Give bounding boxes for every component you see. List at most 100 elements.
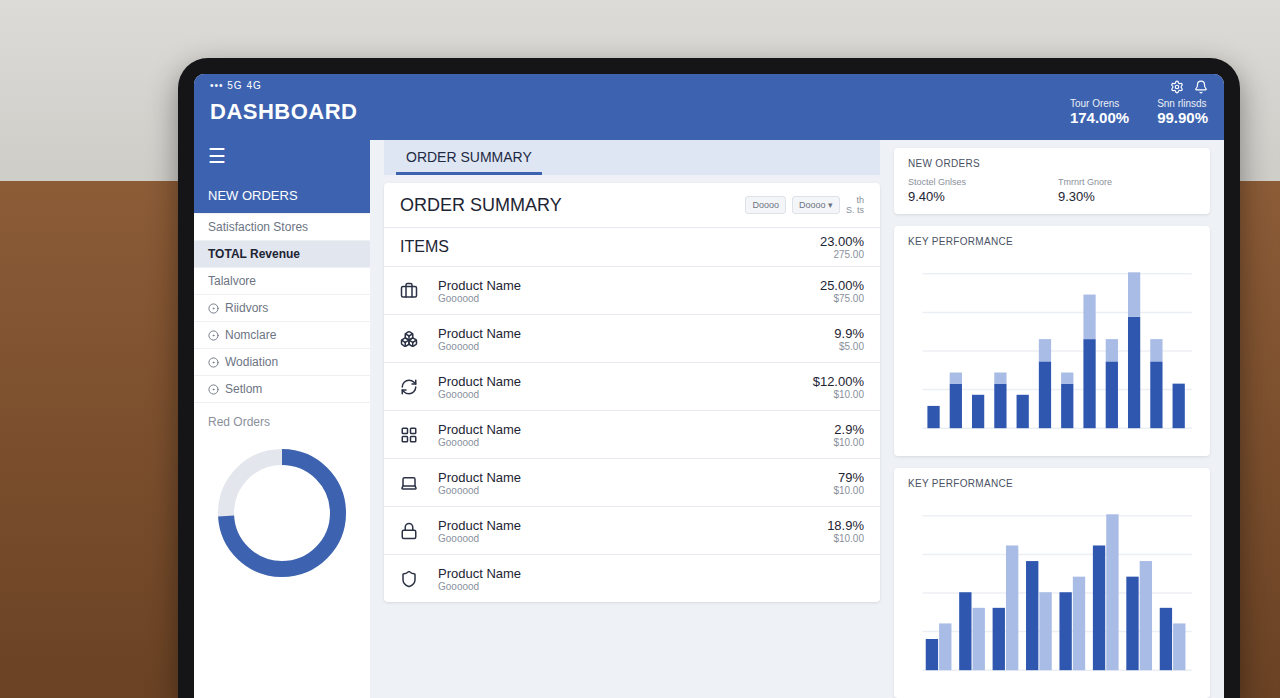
chart-bar[interactable] [1006, 545, 1018, 670]
items-header: ITEMS23.00%275.00 [384, 227, 880, 266]
chart-bar[interactable] [1059, 592, 1071, 670]
order-summary-card: ORDER SUMMARY Doooo Doooo ▾ thS. ts ITEMS23.… [384, 183, 880, 602]
chart-bar[interactable] [973, 608, 985, 670]
chart-bar[interactable] [994, 373, 1006, 384]
bullet-icon [208, 303, 219, 314]
chart-bar[interactable] [1061, 384, 1073, 429]
desk-scene: ••• 5G 4G DASHBOARD Tour Orens174.00% Snn r… [0, 0, 1280, 698]
sidebar-item[interactable]: NEW ORDERS [194, 178, 370, 214]
chart-bar[interactable] [1126, 577, 1138, 671]
chart-bar[interactable] [1173, 383, 1185, 384]
sidebar: ☰NEW ORDERSSatisfaction StoresTOTAL Reve… [194, 140, 370, 698]
chart-bar[interactable] [1173, 384, 1185, 429]
chart-bar[interactable] [1017, 395, 1029, 428]
chart-bar[interactable] [1106, 514, 1118, 670]
product-row[interactable]: Product NameGoooood9.9%$5.00 [384, 314, 880, 362]
grid-line [922, 273, 1191, 274]
chart-bar[interactable] [1017, 394, 1029, 395]
product-icon [400, 426, 418, 444]
product-icon [400, 330, 418, 348]
sidebar-item[interactable]: TOTAL Revenue [194, 241, 370, 268]
chart-card: KEY PERFORMANCE [894, 226, 1210, 456]
meta-text: S. ts [846, 205, 864, 215]
chart-bar[interactable] [1128, 272, 1140, 317]
chart-bar[interactable] [1106, 361, 1118, 428]
bullet-icon [208, 357, 219, 368]
page-title: DASHBOARD [210, 99, 358, 125]
sidebar-item[interactable]: Nomclare [194, 322, 370, 349]
grid-line [922, 554, 1191, 555]
chart-bar[interactable] [927, 405, 939, 406]
chart-bar[interactable] [1039, 361, 1051, 428]
chart-bar[interactable] [926, 639, 938, 670]
chart-bar[interactable] [1083, 339, 1095, 428]
header-stat: Tour Orens174.00% [1070, 98, 1129, 126]
bullet-icon [208, 384, 219, 395]
filter-button[interactable]: Doooo ▾ [792, 196, 840, 214]
product-icon [400, 474, 418, 492]
product-row[interactable]: Product NameGoooood [384, 554, 880, 602]
chart-bar[interactable] [1128, 317, 1140, 428]
header-stat: Snn rlinsds99.90% [1157, 98, 1208, 126]
bar-chart [908, 495, 1196, 688]
chart-bar[interactable] [972, 394, 984, 395]
product-row[interactable]: Product NameGoooood79%$10.00 [384, 458, 880, 506]
chart-bar[interactable] [950, 373, 962, 384]
chart-bar[interactable] [972, 395, 984, 428]
sidebar-item[interactable]: Riidvors [194, 295, 370, 322]
chart-bar[interactable] [959, 592, 971, 670]
new-orders-card: NEW ORDERSStoctel Gnlses9.40%Tmrnrt Gnor… [894, 148, 1210, 214]
filter-button[interactable]: Doooo [745, 196, 786, 214]
chart-bar[interactable] [1039, 592, 1051, 670]
product-row[interactable]: Product NameGoooood2.9%$10.00 [384, 410, 880, 458]
status-bar: ••• 5G 4G [210, 80, 358, 91]
product-row[interactable]: Product NameGoooood$12.00%$10.00 [384, 362, 880, 410]
chart-card: KEY PERFORMANCE [894, 468, 1210, 698]
card-title: ORDER SUMMARY [400, 195, 562, 216]
chart-bar[interactable] [1173, 623, 1185, 670]
product-row[interactable]: Product NameGoooood18.9%$10.00 [384, 506, 880, 554]
chart-bar[interactable] [950, 384, 962, 429]
stat: Tmrnrt Gnore9.30% [1058, 177, 1196, 204]
chart-bar[interactable] [1150, 339, 1162, 361]
sidebar-item[interactable]: Talalvore [194, 268, 370, 295]
sidebar-item[interactable]: Setlom [194, 376, 370, 403]
chart-bar[interactable] [939, 623, 951, 670]
sidebar-item[interactable]: Wodiation [194, 349, 370, 376]
chart-bar[interactable] [1093, 545, 1105, 670]
section-label: Red Orders [194, 403, 370, 435]
product-row[interactable]: Product NameGoooood25.00%$75.00 [384, 266, 880, 314]
sidebar-item[interactable]: Satisfaction Stores [194, 214, 370, 241]
chart-bar[interactable] [993, 608, 1005, 670]
chart-bar[interactable] [1061, 373, 1073, 384]
bell-icon[interactable] [1194, 80, 1208, 94]
product-icon [400, 282, 418, 300]
header: ••• 5G 4G DASHBOARD Tour Orens174.00% Snn r… [194, 74, 1224, 140]
product-icon [400, 522, 418, 540]
bullet-icon [208, 330, 219, 341]
grid-line [922, 515, 1191, 516]
grid-line [922, 312, 1191, 313]
stat: Stoctel Gnlses9.40% [908, 177, 1046, 204]
donut-chart [212, 443, 352, 583]
chart-bar[interactable] [1160, 608, 1172, 670]
chart-bar[interactable] [1026, 561, 1038, 670]
bar-chart [908, 253, 1196, 446]
menu-button[interactable]: ☰ [194, 140, 370, 178]
chart-bar[interactable] [927, 406, 939, 428]
tab[interactable]: ORDER SUMMARY [396, 140, 542, 175]
chart-bar[interactable] [1083, 295, 1095, 340]
meta-text: th [856, 195, 864, 205]
chart-bar[interactable] [1150, 361, 1162, 428]
chart-bar[interactable] [1140, 561, 1152, 670]
product-icon [400, 378, 418, 396]
product-icon [400, 570, 418, 588]
settings-icon[interactable] [1170, 80, 1184, 94]
tablet: ••• 5G 4G DASHBOARD Tour Orens174.00% Snn r… [178, 58, 1240, 698]
screen: ••• 5G 4G DASHBOARD Tour Orens174.00% Snn r… [194, 74, 1224, 698]
chart-bar[interactable] [1039, 339, 1051, 361]
tab-strip: ORDER SUMMARY [384, 140, 880, 175]
chart-bar[interactable] [1106, 339, 1118, 361]
chart-bar[interactable] [1073, 577, 1085, 671]
chart-bar[interactable] [994, 384, 1006, 429]
